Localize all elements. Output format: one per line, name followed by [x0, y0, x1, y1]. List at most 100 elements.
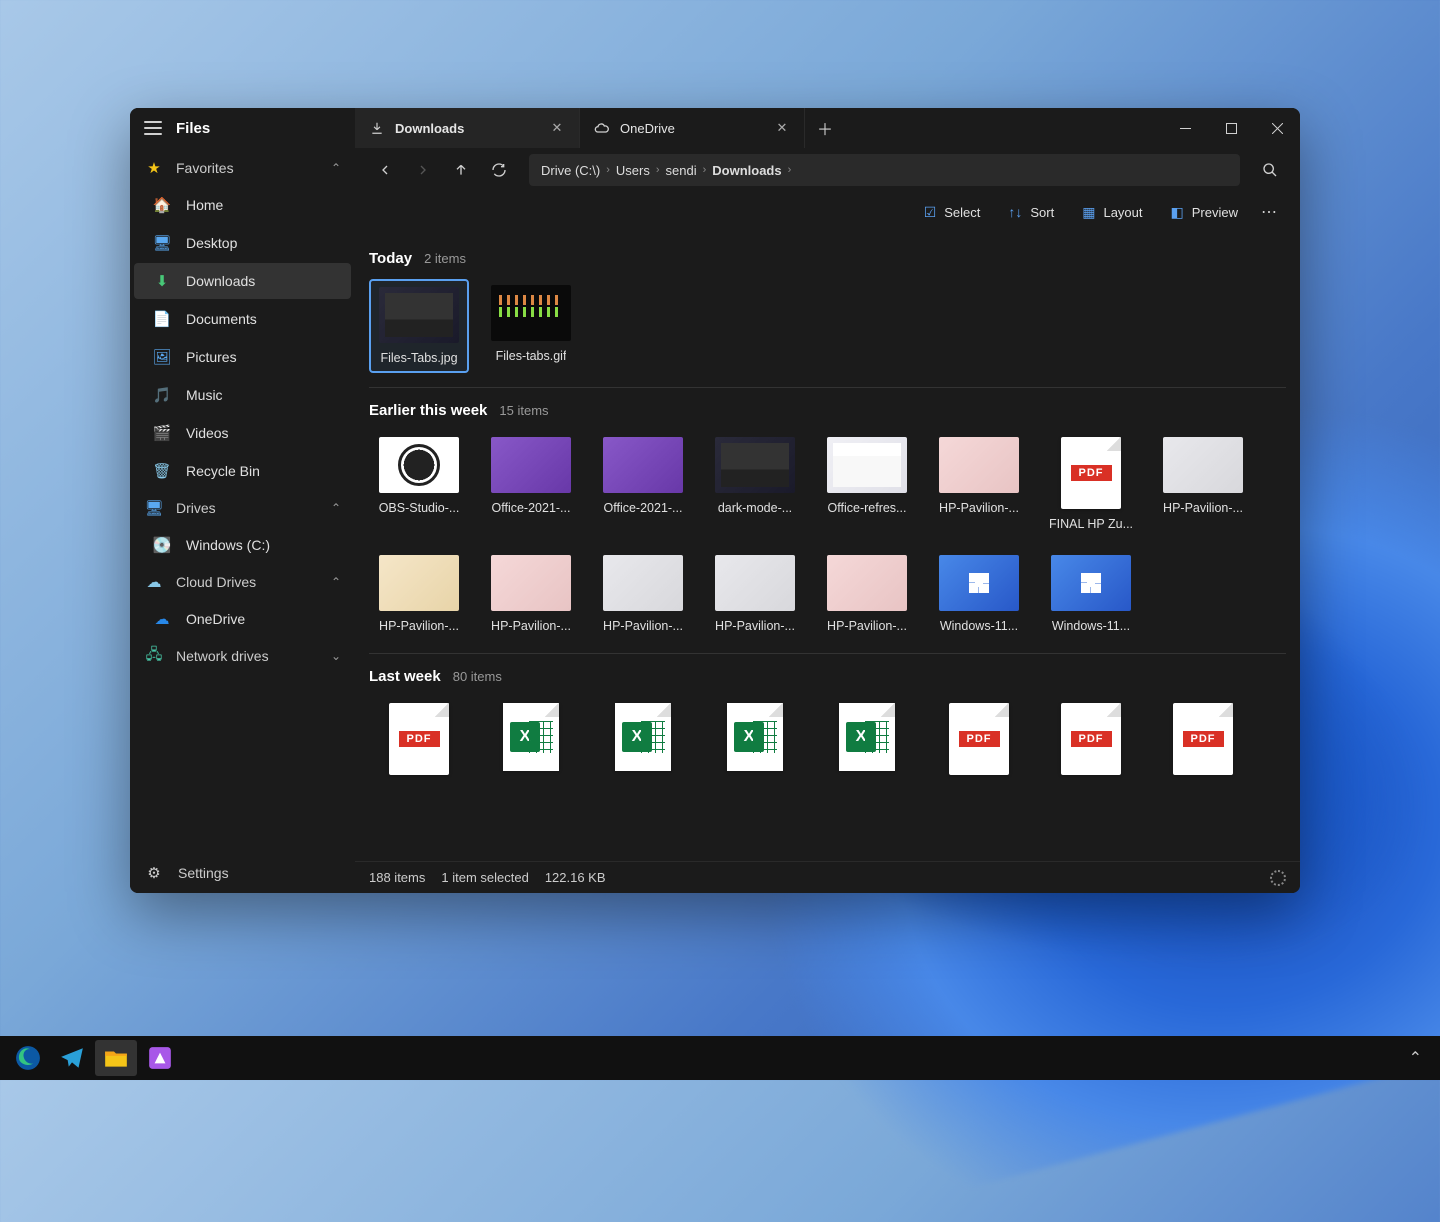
tray-chevron-icon[interactable]: ⌃ [1409, 1048, 1422, 1068]
file-item[interactable]: Windows-11... [929, 549, 1029, 639]
file-thumbnail [1051, 555, 1131, 611]
sidebar-settings[interactable]: ⚙ Settings [130, 853, 355, 893]
file-label: HP-Pavilion-... [491, 619, 571, 633]
file-item[interactable]: HP-Pavilion-... [1153, 431, 1253, 537]
file-item[interactable]: HP-Pavilion-... [369, 549, 469, 639]
nav-row: Drive (C:\)› Users› sendi› Downloads› [355, 148, 1300, 192]
taskbar: ⌃ [0, 1036, 1440, 1080]
more-button[interactable]: ⋯ [1254, 196, 1286, 228]
file-label: Windows-11... [1052, 619, 1130, 633]
taskbar-edge[interactable] [7, 1040, 49, 1076]
sidebar: ★ Favorites ⌃ 🏠Home 🖥Desktop ⬇Downloads … [130, 148, 355, 893]
sidebar-item-music[interactable]: 🎵Music [134, 377, 351, 413]
layout-button[interactable]: ▦Layout [1070, 198, 1154, 227]
file-item[interactable]: Office-2021-... [481, 431, 581, 537]
file-item[interactable]: Files-Tabs.jpg [369, 279, 469, 373]
select-icon: ☑ [924, 204, 937, 221]
back-button[interactable] [369, 154, 401, 186]
tab-close-icon[interactable]: ✕ [774, 120, 790, 136]
file-item[interactable]: X [817, 697, 917, 781]
sidebar-item-videos[interactable]: 🎬Videos [134, 415, 351, 451]
files-app-window: Files Downloads ✕ OneDrive ✕ ＋ ★ Fa [130, 108, 1300, 893]
file-item[interactable]: HP-Pavilion-... [593, 549, 693, 639]
file-thumbnail [379, 437, 459, 493]
file-item[interactable]: X [481, 697, 581, 781]
minimize-button[interactable] [1162, 108, 1208, 148]
tab-onedrive[interactable]: OneDrive ✕ [580, 108, 805, 148]
music-icon: 🎵 [152, 385, 172, 405]
file-label: HP-Pavilion-... [379, 619, 459, 633]
tab-downloads[interactable]: Downloads ✕ [355, 108, 580, 148]
breadcrumb[interactable]: Drive (C:\)› Users› sendi› Downloads› [529, 154, 1240, 186]
file-item[interactable]: Office-2021-... [593, 431, 693, 537]
file-item[interactable]: dark-mode-... [705, 431, 805, 537]
sidebar-item-downloads[interactable]: ⬇Downloads [134, 263, 351, 299]
sort-button[interactable]: ↑↓Sort [996, 198, 1066, 226]
file-item[interactable]: PDF [929, 697, 1029, 781]
file-item[interactable]: HP-Pavilion-... [705, 549, 805, 639]
hdd-icon: 💽 [152, 535, 172, 555]
sidebar-item-onedrive[interactable]: ☁OneDrive [134, 601, 351, 637]
cloud-icon [594, 120, 610, 136]
download-icon [369, 120, 385, 136]
file-list[interactable]: Today2 itemsFiles-Tabs.jpgFiles-tabs.gif… [355, 232, 1300, 861]
file-thumbnail [491, 285, 571, 341]
up-button[interactable] [445, 154, 477, 186]
file-label: HP-Pavilion-... [827, 619, 907, 633]
desktop-icon: 🖥 [152, 233, 172, 253]
sidebar-section-cloud[interactable]: ☁ Cloud Drives ⌃ [130, 564, 355, 600]
sidebar-section-favorites[interactable]: ★ Favorites ⌃ [130, 150, 355, 186]
group-title: Earlier this week [369, 402, 487, 419]
file-label: Windows-11... [940, 619, 1018, 633]
file-item[interactable]: Office-refres... [817, 431, 917, 537]
file-item[interactable]: OBS-Studio-... [369, 431, 469, 537]
file-item[interactable]: X [705, 697, 805, 781]
pdf-icon: PDF [1061, 703, 1121, 775]
tab-close-icon[interactable]: ✕ [549, 120, 565, 136]
status-total: 188 items [369, 870, 425, 885]
sidebar-item-pictures[interactable]: 🖼Pictures [134, 339, 351, 375]
new-tab-button[interactable]: ＋ [805, 108, 845, 148]
file-item[interactable]: PDF [1153, 697, 1253, 781]
forward-button[interactable] [407, 154, 439, 186]
file-item[interactable]: HP-Pavilion-... [929, 431, 1029, 537]
taskbar-app[interactable] [139, 1040, 181, 1076]
file-item[interactable]: HP-Pavilion-... [481, 549, 581, 639]
sidebar-item-recycle[interactable]: 🗑Recycle Bin [134, 453, 351, 489]
file-thumbnail [491, 437, 571, 493]
taskbar-files[interactable] [95, 1040, 137, 1076]
file-thumbnail [603, 555, 683, 611]
chevron-down-icon: ⌄ [331, 649, 341, 663]
system-tray[interactable]: ⌃ [1397, 1048, 1434, 1068]
select-button[interactable]: ☑Select [912, 198, 993, 227]
sidebar-item-home[interactable]: 🏠Home [134, 187, 351, 223]
file-item[interactable]: HP-Pavilion-... [817, 549, 917, 639]
group-count: 80 items [453, 669, 502, 684]
recycle-bin-icon: 🗑 [152, 461, 172, 481]
file-item[interactable]: PDF [1041, 697, 1141, 781]
refresh-button[interactable] [483, 154, 515, 186]
sidebar-item-windows-c[interactable]: 💽Windows (C:) [134, 527, 351, 563]
file-thumbnail [715, 437, 795, 493]
sidebar-section-drives[interactable]: 🖥 Drives ⌃ [130, 490, 355, 526]
search-button[interactable] [1254, 154, 1286, 186]
pdf-icon: PDF [1173, 703, 1233, 775]
file-label: HP-Pavilion-... [1163, 501, 1243, 515]
hamburger-menu-icon[interactable] [144, 121, 162, 135]
sidebar-item-documents[interactable]: 📄Documents [134, 301, 351, 337]
toolbar: ☑Select ↑↓Sort ▦Layout ◧Preview ⋯ [355, 192, 1300, 232]
sort-icon: ↑↓ [1008, 204, 1022, 220]
tab-label: OneDrive [620, 121, 764, 136]
file-item[interactable]: Windows-11... [1041, 549, 1141, 639]
file-item[interactable]: PDFFINAL HP Zu... [1041, 431, 1141, 537]
file-item[interactable]: X [593, 697, 693, 781]
cloud-icon: ☁ [144, 572, 164, 592]
file-item[interactable]: Files-tabs.gif [481, 279, 581, 373]
sidebar-section-network[interactable]: 🖧 Network drives ⌄ [130, 638, 355, 674]
sidebar-item-desktop[interactable]: 🖥Desktop [134, 225, 351, 261]
taskbar-telegram[interactable] [51, 1040, 93, 1076]
preview-button[interactable]: ◧Preview [1159, 198, 1250, 227]
file-item[interactable]: PDF [369, 697, 469, 781]
maximize-button[interactable] [1208, 108, 1254, 148]
close-button[interactable] [1254, 108, 1300, 148]
